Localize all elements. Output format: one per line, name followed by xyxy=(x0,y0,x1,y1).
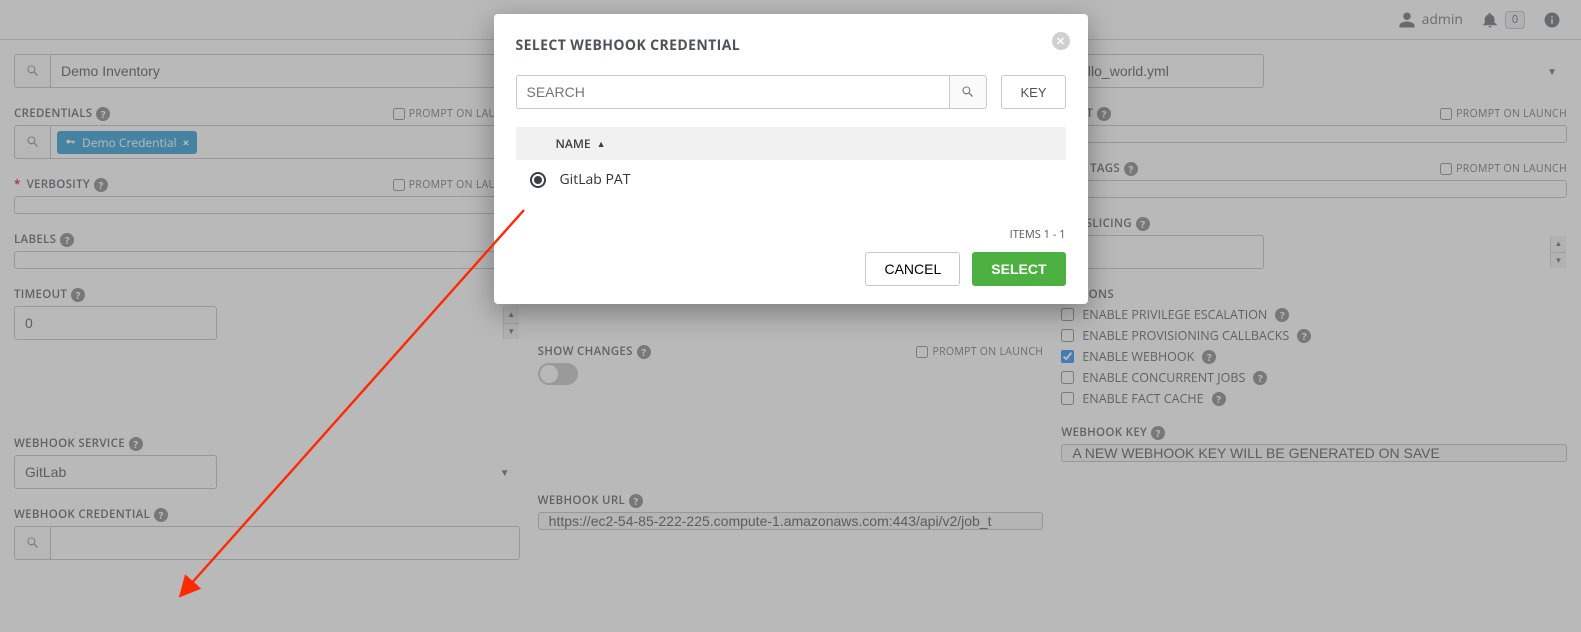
column-name: NAME xyxy=(556,135,591,152)
select-webhook-credential-modal: SELECT WEBHOOK CREDENTIAL ✕ KEY NAME ▲ G… xyxy=(494,14,1088,304)
modal-items-count: ITEMS 1 - 1 xyxy=(516,227,1066,242)
modal-title: SELECT WEBHOOK CREDENTIAL xyxy=(516,36,1066,55)
modal-search-input[interactable] xyxy=(516,75,950,109)
modal-table-header[interactable]: NAME ▲ xyxy=(516,127,1066,160)
cancel-button[interactable]: CANCEL xyxy=(865,252,960,286)
select-button[interactable]: SELECT xyxy=(972,252,1065,286)
modal-close-button[interactable]: ✕ xyxy=(1052,32,1070,50)
modal-key-button[interactable]: KEY xyxy=(1001,75,1065,109)
credential-row-name: GitLab PAT xyxy=(560,170,631,189)
radio-selected-icon[interactable] xyxy=(530,172,546,188)
credential-row[interactable]: GitLab PAT xyxy=(516,160,1066,199)
modal-search-button[interactable] xyxy=(949,75,987,109)
search-icon xyxy=(961,85,975,99)
sort-asc-icon: ▲ xyxy=(597,137,606,150)
